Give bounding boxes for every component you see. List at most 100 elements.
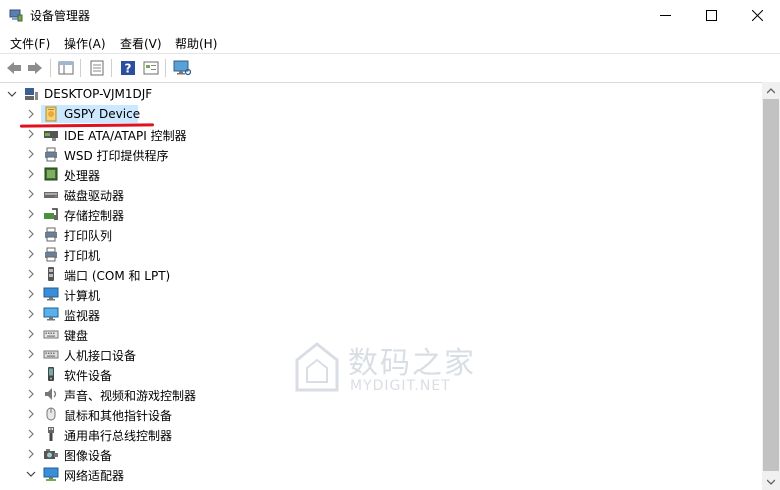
port-icon xyxy=(48,267,54,281)
chevron-right-icon[interactable] xyxy=(25,328,37,340)
chevron-right-icon[interactable] xyxy=(25,108,37,120)
storage-controller-icon xyxy=(44,208,58,220)
chevron-right-icon[interactable] xyxy=(25,128,37,140)
monitor-icon xyxy=(43,307,59,321)
tree-item-label: 磁盘驱动器 xyxy=(64,189,125,203)
tree-item[interactable]: 处理器 xyxy=(0,164,760,184)
scrollbar-thumb[interactable] xyxy=(763,99,779,471)
tree-item[interactable]: 打印队列 xyxy=(0,224,760,244)
tree-root[interactable]: DESKTOP-VJM1DJF xyxy=(0,84,760,104)
chevron-right-icon[interactable] xyxy=(25,248,37,260)
device-tree[interactable]: DESKTOP-VJM1DJF GSPY Device IDE ATA/ATAPI… xyxy=(0,82,762,490)
tree-item-label: 图像设备 xyxy=(64,449,113,463)
menu-help[interactable]: 帮助(H) xyxy=(173,35,219,52)
chevron-right-icon[interactable] xyxy=(25,148,37,160)
properties-icon xyxy=(90,60,104,76)
tree-item-label: 打印机 xyxy=(64,249,101,263)
chevron-right-icon[interactable] xyxy=(25,448,37,460)
chevron-right-icon[interactable] xyxy=(25,268,37,280)
menu-action[interactable]: 操作(A) xyxy=(62,35,108,52)
tree-item[interactable]: 通用串行总线控制器 xyxy=(0,424,760,444)
tree-item[interactable]: 网络适配器 xyxy=(0,464,760,484)
chevron-right-icon[interactable] xyxy=(25,208,37,220)
tree-item-label: 声音、视频和游戏控制器 xyxy=(64,389,197,403)
print-queue-icon xyxy=(45,227,57,242)
chevron-right-icon[interactable] xyxy=(25,388,37,400)
chevron-right-icon[interactable] xyxy=(25,188,37,200)
tree-item[interactable]: WSD 打印提供程序 xyxy=(0,144,760,164)
back-icon xyxy=(7,62,21,74)
properties-button[interactable] xyxy=(87,58,107,78)
tree-item[interactable]: IDE ATA/ATAPI 控制器 xyxy=(0,124,760,144)
tree-item-label: 键盘 xyxy=(64,329,89,343)
toolbar-separator xyxy=(111,59,112,77)
software-device-icon xyxy=(48,367,54,381)
toolbar-separator xyxy=(80,59,81,77)
tree-item-label: 存储控制器 xyxy=(64,209,125,223)
tree-item-label: 处理器 xyxy=(64,169,101,183)
forward-button[interactable] xyxy=(25,58,45,78)
tree-item[interactable]: 打印机 xyxy=(0,244,760,264)
tree-item-label: 软件设备 xyxy=(64,369,113,383)
speaker-icon xyxy=(45,388,57,400)
tree-item[interactable]: GSPY Device xyxy=(0,104,760,124)
processor-icon xyxy=(44,167,58,181)
camera-icon xyxy=(44,449,58,459)
help-button[interactable]: ? xyxy=(118,58,138,78)
vertical-scrollbar[interactable] xyxy=(762,82,780,490)
window-title: 设备管理器 xyxy=(30,9,91,23)
network-adapter-icon xyxy=(43,467,59,481)
chevron-down-icon[interactable] xyxy=(25,468,37,480)
chevron-right-icon[interactable] xyxy=(25,368,37,380)
computer-icon xyxy=(43,287,59,301)
chevron-right-icon[interactable] xyxy=(25,168,37,180)
minimize-button[interactable] xyxy=(642,0,688,30)
menu-file[interactable]: 文件(F) xyxy=(8,35,52,52)
tree-item[interactable]: 磁盘驱动器 xyxy=(0,184,760,204)
scan-hardware-button[interactable] xyxy=(172,58,192,78)
chevron-right-icon[interactable] xyxy=(25,428,37,440)
tree-item-label: 端口 (COM 和 LPT) xyxy=(64,269,171,283)
show-hide-tree-button[interactable] xyxy=(56,58,76,78)
tree-item[interactable]: 监视器 xyxy=(0,304,760,324)
chevron-down-icon[interactable] xyxy=(6,88,18,100)
monitor-scan-icon xyxy=(173,60,191,76)
chevron-right-icon[interactable] xyxy=(25,308,37,320)
tree-item[interactable]: 端口 (COM 和 LPT) xyxy=(0,264,760,284)
disk-drive-icon xyxy=(44,192,58,198)
chevron-right-icon[interactable] xyxy=(25,348,37,360)
chevron-down-icon xyxy=(767,479,775,485)
toolbar-separator xyxy=(50,59,51,77)
tree-item[interactable]: 鼠标和其他指针设备 xyxy=(0,404,760,424)
back-button[interactable] xyxy=(4,58,24,78)
tree-item[interactable]: 存储控制器 xyxy=(0,204,760,224)
maximize-button[interactable] xyxy=(688,0,734,30)
tree-item-label: 人机接口设备 xyxy=(64,349,137,363)
close-button[interactable] xyxy=(734,0,780,30)
chevron-right-icon[interactable] xyxy=(25,408,37,420)
help-icon: ? xyxy=(121,61,135,76)
chevron-right-icon[interactable] xyxy=(25,288,37,300)
tree-item-label: 计算机 xyxy=(64,289,101,303)
tree-item-label: 网络适配器 xyxy=(64,469,125,483)
tree-item-label: 通用串行总线控制器 xyxy=(64,429,173,443)
forward-icon xyxy=(28,62,42,74)
menu-bar: 文件(F) 操作(A) 查看(V) 帮助(H) xyxy=(0,31,780,53)
view-button[interactable] xyxy=(141,58,161,78)
keyboard-icon xyxy=(43,330,59,339)
menu-view[interactable]: 查看(V) xyxy=(118,35,164,52)
watermark-logo-icon xyxy=(295,342,339,392)
toolbar: ? xyxy=(0,53,780,83)
tree-item-label: WSD 打印提供程序 xyxy=(64,149,169,163)
svg-text:?: ? xyxy=(125,62,132,76)
tree-item[interactable]: 计算机 xyxy=(0,284,760,304)
tree-item-label: 监视器 xyxy=(64,309,101,323)
chevron-right-icon[interactable] xyxy=(25,228,37,240)
tree-item-label: GSPY Device xyxy=(64,107,141,121)
title-bar: 设备管理器 xyxy=(0,0,780,30)
watermark-text: 数码之家 xyxy=(348,346,476,381)
scroll-down-button[interactable] xyxy=(762,473,780,490)
scroll-up-button[interactable] xyxy=(762,82,780,99)
tree-item[interactable]: 图像设备 xyxy=(0,444,760,464)
chevron-up-icon xyxy=(767,87,775,93)
